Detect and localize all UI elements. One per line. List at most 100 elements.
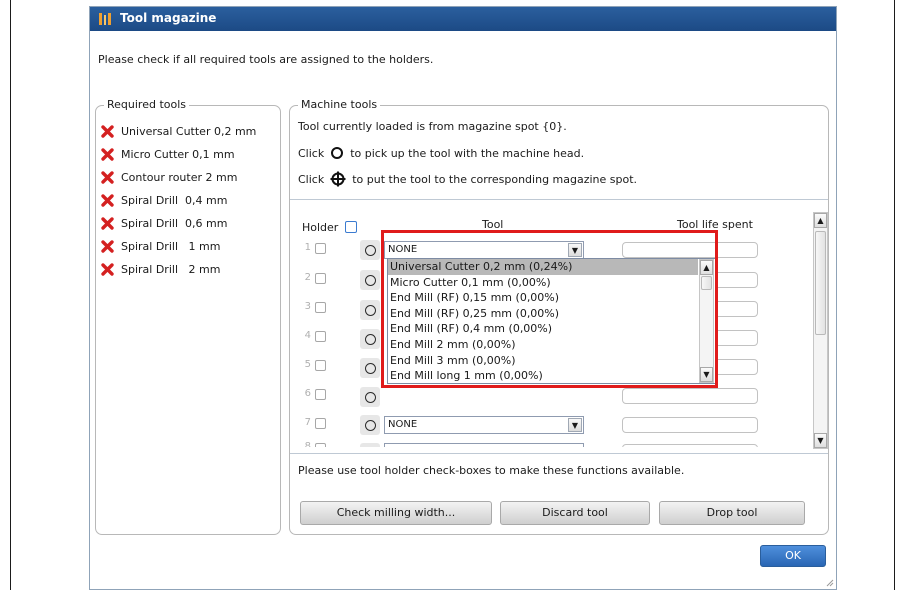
loaded-spot-text: Tool currently loaded is from magazine s… <box>298 120 567 133</box>
chevron-down-icon[interactable]: ▼ <box>568 418 582 432</box>
holder-checkbox[interactable] <box>315 331 326 342</box>
error-x-icon <box>101 171 114 184</box>
tool-life-header: Tool life spent <box>677 218 753 231</box>
tool-dropdown-list[interactable]: Universal Cutter 0,2 mm (0,24%) Micro Cu… <box>387 258 716 384</box>
drop-tool-button[interactable]: Drop tool <box>659 501 805 525</box>
pick-up-button[interactable] <box>360 443 380 447</box>
tool-header: Tool <box>482 218 504 231</box>
holder-header: Holder <box>302 221 357 234</box>
holder-number: 8 <box>304 441 311 447</box>
tool-life-field <box>622 417 758 433</box>
chevron-down-icon[interactable]: ▼ <box>568 243 582 257</box>
separator <box>290 453 828 454</box>
footer-note-line: Please use tool holder check-boxes to ma… <box>298 464 684 477</box>
holder-checkbox[interactable] <box>315 389 326 400</box>
instruction-text: Please check if all required tools are a… <box>98 53 434 66</box>
required-tool-label: Universal Cutter 0,2 mm <box>121 125 257 138</box>
holder-number: 5 <box>304 359 311 370</box>
required-tool-label: Spiral Drill 2 mm <box>121 263 221 276</box>
required-tool-label: Spiral Drill 0,4 mm <box>121 194 228 207</box>
required-tools-legend: Required tools <box>104 98 190 111</box>
holder-checkbox[interactable] <box>315 273 326 284</box>
holder-checkbox[interactable] <box>315 443 326 447</box>
tool-select-value: NONE <box>388 419 418 430</box>
holder-header-label: Holder <box>302 221 339 234</box>
error-x-icon <box>101 125 114 138</box>
required-tools-group: Required tools Universal Cutter 0,2 mm M… <box>95 98 281 535</box>
required-tool-item: Spiral Drill 0,4 mm <box>100 189 256 212</box>
scroll-up-icon[interactable]: ▲ <box>814 213 827 228</box>
tool-select[interactable] <box>384 443 584 447</box>
clipped-row: 8 <box>290 439 810 447</box>
holder-checkbox[interactable] <box>315 302 326 313</box>
pick-circle-icon <box>364 304 376 316</box>
pick-circle-icon <box>331 147 344 159</box>
dropdown-option[interactable]: End Mill 3 mm (0,00%) <box>388 353 698 369</box>
dropdown-option[interactable]: Universal Cutter 0,2 mm (0,24%) <box>388 259 698 275</box>
dropdown-option[interactable]: Micro Cutter 0,1 mm (0,00%) <box>388 275 698 291</box>
dropdown-scrollbar[interactable]: ▲ ▼ <box>699 259 714 383</box>
click-word: Click <box>298 172 325 186</box>
tool-magazine-icon <box>99 13 111 25</box>
scroll-up-icon[interactable]: ▲ <box>700 260 713 275</box>
holder-checkbox[interactable] <box>315 243 326 254</box>
error-x-icon <box>101 217 114 230</box>
scroll-down-icon[interactable]: ▼ <box>700 367 713 382</box>
pick-circle-icon <box>364 333 376 345</box>
put-crosshair-icon <box>330 171 346 187</box>
scroll-down-icon[interactable]: ▼ <box>814 433 827 448</box>
check-milling-width-button[interactable]: Check milling width... <box>300 501 492 525</box>
scroll-thumb[interactable] <box>701 276 712 290</box>
pick-up-button[interactable] <box>360 270 380 290</box>
pick-circle-icon <box>364 362 376 374</box>
put-instruction-text: to put the tool to the corresponding mag… <box>352 172 638 186</box>
pick-up-button[interactable] <box>360 329 380 349</box>
discard-tool-button[interactable]: Discard tool <box>500 501 650 525</box>
pick-up-button[interactable] <box>360 300 380 320</box>
required-tool-item: Contour router 2 mm <box>100 166 256 189</box>
pick-circle-icon <box>364 391 376 403</box>
window-title: Tool magazine <box>120 11 217 25</box>
holder-number: 2 <box>304 272 311 283</box>
holder-number: 4 <box>304 330 311 341</box>
loaded-spot-line: Tool currently loaded is from magazine s… <box>298 120 567 133</box>
scroll-thumb[interactable] <box>815 231 826 335</box>
dropdown-option[interactable]: End Mill (RF) 0,15 mm (0,00%) <box>388 290 698 306</box>
pick-up-button[interactable] <box>360 415 380 435</box>
holders-scrollbar[interactable]: ▲ ▼ <box>813 212 828 449</box>
holder-number: 3 <box>304 301 311 312</box>
dropdown-option[interactable]: End Mill 2 mm (0,00%) <box>388 337 698 353</box>
error-x-icon <box>101 240 114 253</box>
tool-select-value: NONE <box>388 244 418 255</box>
tool-life-field <box>622 388 758 404</box>
dropdown-option[interactable]: End Mill long 1 mm (0,00%) <box>388 368 698 384</box>
pick-up-button[interactable] <box>360 387 380 407</box>
pick-instruction-text: to pick up the tool with the machine hea… <box>350 146 585 160</box>
pick-up-button[interactable] <box>360 358 380 378</box>
separator <box>290 199 828 200</box>
tool-select[interactable]: NONE ▼ <box>384 416 584 434</box>
required-tool-item: Universal Cutter 0,2 mm <box>100 120 256 143</box>
error-x-icon <box>101 148 114 161</box>
required-tool-label: Spiral Drill 1 mm <box>121 240 221 253</box>
select-all-checkbox[interactable] <box>344 221 357 233</box>
pick-up-button[interactable] <box>360 240 380 260</box>
dropdown-option[interactable]: End Mill (RF) 0,25 mm (0,00%) <box>388 306 698 322</box>
holder-checkbox[interactable] <box>315 360 326 371</box>
put-instruction-line: Click to put the tool to the correspondi… <box>298 171 637 187</box>
required-tool-label: Micro Cutter 0,1 mm <box>121 148 235 161</box>
pick-circle-icon <box>364 244 376 256</box>
holder-checkbox[interactable] <box>315 418 326 429</box>
dropdown-option[interactable]: End Mill (RF) 0,4 mm (0,00%) <box>388 321 698 337</box>
tool-select[interactable]: NONE ▼ <box>384 241 584 259</box>
resize-grip-icon[interactable] <box>824 577 834 587</box>
error-x-icon <box>101 263 114 276</box>
holder-number: 7 <box>304 417 311 428</box>
pick-circle-icon <box>364 419 376 431</box>
pick-circle-icon <box>364 274 376 286</box>
holder-number: 1 <box>304 242 311 253</box>
ok-button[interactable]: OK <box>760 545 826 567</box>
machine-tools-legend: Machine tools <box>298 98 381 111</box>
error-x-icon <box>101 194 114 207</box>
required-tool-item: Spiral Drill 1 mm <box>100 235 256 258</box>
